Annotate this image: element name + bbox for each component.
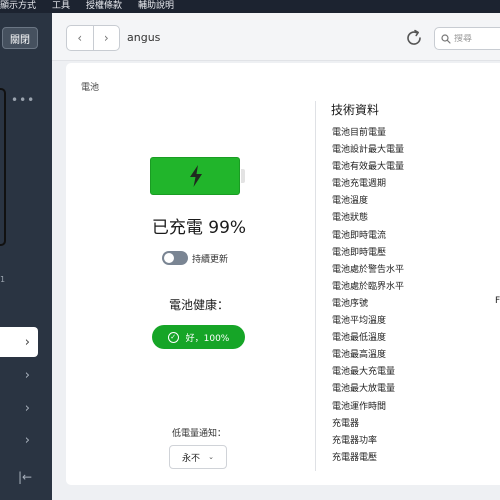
sidebar: 關閉 ••• 1 › › › › |← (0, 13, 52, 500)
collapse-sidebar-icon[interactable]: |← (18, 470, 32, 484)
spec-item: 電池平均溫度 (332, 316, 387, 327)
chevron-left-icon: ‹ (77, 31, 83, 45)
spec-item: 電池目前電量 (332, 128, 387, 138)
auto-update-row: 持續更新 (162, 251, 228, 265)
search-icon (441, 33, 451, 44)
specs-title: 技術資料 (331, 103, 380, 117)
spec-item: 電池溫度 (332, 196, 369, 207)
card-title: 電池 (81, 83, 100, 93)
spec-item: 充電器電壓 (332, 452, 378, 463)
spec-item: 電池有效最大電量 (332, 162, 405, 173)
auto-update-toggle[interactable] (162, 251, 188, 265)
charge-status: 已充電 99% (151, 218, 247, 238)
chevron-right-icon: › (24, 334, 30, 350)
spec-item: 電池序號 (332, 298, 369, 309)
chevron-right-icon: › (24, 400, 30, 416)
more-options-icon[interactable]: ••• (11, 93, 35, 107)
device-thumbnail[interactable] (0, 88, 6, 246)
health-badge: ✓ 好，100% (152, 325, 245, 349)
notify-value: 永不 (182, 453, 201, 464)
spec-item: 電池最大放電量 (332, 384, 396, 395)
spec-item: 電池即時電流 (332, 230, 387, 241)
sidebar-number: 1 (0, 275, 6, 284)
chevron-right-icon: › (24, 367, 30, 383)
spec-item: 充電器功率 (332, 435, 378, 446)
close-button[interactable]: 關閉 (2, 27, 38, 49)
spec-item: 電池運作時間 (332, 401, 387, 412)
chevron-down-icon: ⌄ (208, 453, 214, 461)
menu-view[interactable]: 顯示方式 (0, 0, 36, 13)
spec-item: 電池最低溫度 (332, 333, 387, 344)
battery-card: 電池 已充電 99% 持續更新 電池健康： ✓ 好，100% 低電量通知： 永不… (66, 63, 500, 485)
menu-tools[interactable]: 工具 (52, 0, 70, 13)
device-name: angus (127, 31, 161, 44)
sidebar-item[interactable]: › (0, 425, 38, 455)
menu-bar: 顯示方式 工具 授權條款 輔助說明 (0, 0, 500, 13)
back-button[interactable]: ‹ (67, 26, 93, 50)
spec-item: 電池處於警告水平 (332, 264, 405, 275)
nav-buttons: ‹ › (66, 25, 120, 51)
spec-item: 電池設計最大電量 (332, 145, 405, 156)
specs-list: 電池目前電量電池設計最大電量 電池有效最大電量 電池充電週期 電池溫度電池狀態電池即時… (332, 125, 404, 467)
search-input[interactable] (454, 33, 500, 44)
sidebar-item[interactable]: › (0, 360, 38, 390)
spec-item: 電池處於臨界水平 (332, 281, 405, 292)
sidebar-item[interactable]: › (0, 393, 38, 423)
notify-dropdown[interactable]: 永不 ⌄ (169, 445, 227, 469)
lightning-bolt-icon (190, 165, 202, 187)
menu-help[interactable]: 輔助說明 (138, 0, 174, 13)
spec-item: 電池充電週期 (332, 179, 387, 190)
notify-label: 低電量通知： (171, 429, 226, 439)
spec-item: 電池最高溫度 (332, 350, 387, 361)
search-box[interactable] (434, 27, 500, 50)
battery-cap (241, 169, 245, 183)
divider (315, 101, 316, 471)
sidebar-item-active[interactable]: › (0, 327, 38, 357)
spec-item: 電池最大充電量 (332, 367, 396, 378)
check-circle-icon: ✓ (167, 331, 179, 343)
menu-license[interactable]: 授權條款 (86, 0, 122, 13)
toggle-knob (164, 253, 174, 263)
refresh-icon[interactable] (404, 28, 424, 48)
chevron-right-icon: › (103, 31, 109, 45)
health-label: 電池健康： (168, 298, 229, 312)
spec-item: 充電器 (332, 418, 360, 429)
spec-item: 電池狀態 (332, 213, 369, 224)
health-value: 好，100% (185, 333, 230, 344)
spec-item: 電池即時電壓 (332, 247, 387, 258)
clipped-text: F (495, 296, 500, 306)
chevron-right-icon: › (24, 432, 30, 448)
forward-button[interactable]: › (92, 26, 120, 50)
toolbar: ‹ › angus (52, 13, 500, 61)
auto-update-label: 持續更新 (192, 254, 229, 265)
